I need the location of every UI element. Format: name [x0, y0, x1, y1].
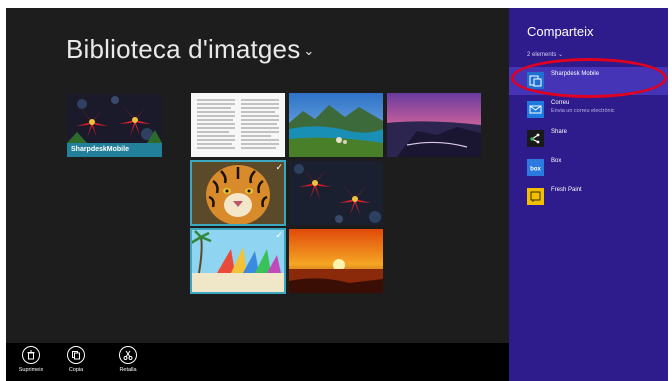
delete-button[interactable]: Suprimeix — [11, 346, 51, 373]
mail-icon — [527, 101, 544, 118]
share-target-name: Fresh Paint — [551, 187, 582, 193]
page-title-text: Biblioteca d'imatges — [66, 34, 301, 64]
share-app-icon — [527, 130, 544, 147]
folder-thumbnail — [67, 94, 162, 143]
app-bar: Suprimeix Copia Retalla — [6, 343, 509, 381]
lake-thumbnail — [289, 93, 383, 157]
share-target-name: Share — [551, 129, 568, 135]
folder-tile[interactable]: SharpdeskMobile — [67, 94, 162, 157]
trash-icon — [27, 350, 35, 360]
cut-button-label: Retalla — [119, 367, 137, 373]
photo-tile-sunset[interactable] — [289, 229, 383, 293]
cut-button[interactable]: Retalla — [108, 346, 148, 373]
svg-text:box: box — [530, 167, 541, 173]
share-target-mail[interactable]: Correu Envia un correu electrònic — [509, 96, 668, 124]
share-target-box[interactable]: box Box — [509, 154, 668, 182]
photo-tile-beach[interactable]: ✓ — [190, 228, 286, 294]
page-title[interactable]: Biblioteca d'imatges ⌄ — [66, 34, 315, 65]
photo-tile-document[interactable] — [191, 93, 285, 157]
delete-button-circle — [22, 346, 40, 364]
cut-button-circle — [119, 346, 137, 364]
fresh-paint-icon — [527, 188, 544, 205]
copy-button-label: Copia — [68, 367, 84, 373]
share-item-count[interactable]: 2 elements ⌄ — [527, 51, 563, 58]
photo-tile-coast[interactable] — [387, 93, 481, 157]
share-target-fresh-paint[interactable]: Fresh Paint — [509, 183, 668, 211]
tiger-thumbnail — [191, 161, 285, 225]
delete-button-label: Suprimeix — [18, 367, 44, 373]
folder-label: SharpdeskMobile — [67, 143, 162, 157]
scissors-icon — [123, 350, 133, 360]
selected-check-icon: ✓ — [275, 230, 283, 240]
chevron-down-icon: ⌄ — [303, 43, 315, 59]
share-target-share[interactable]: Share — [509, 125, 668, 153]
beach-thumbnail — [191, 229, 285, 293]
box-icon: box — [527, 159, 544, 176]
sunset-thumbnail — [289, 229, 383, 293]
highlight-annotation-ellipse — [511, 58, 667, 98]
share-target-name: Box — [551, 158, 562, 164]
photo-tile-lake[interactable] — [289, 93, 383, 157]
document-thumbnail — [191, 93, 285, 157]
copy-icon — [72, 351, 80, 360]
photo-tile-lilies[interactable] — [289, 161, 383, 225]
share-target-name: Correu — [551, 100, 570, 106]
photo-tile-tiger[interactable]: ✓ — [190, 160, 286, 226]
photos-app: Biblioteca d'imatges ⌄ SharpdeskMobile ✓… — [6, 8, 509, 343]
selected-check-icon: ✓ — [275, 162, 283, 172]
share-title: Comparteix — [527, 24, 594, 39]
copy-button-circle — [67, 346, 85, 364]
coast-thumbnail — [387, 93, 481, 157]
share-target-subtitle: Envia un correu electrònic — [551, 108, 615, 114]
copy-button[interactable]: Copia — [56, 346, 96, 373]
lilies-thumbnail — [289, 161, 383, 225]
